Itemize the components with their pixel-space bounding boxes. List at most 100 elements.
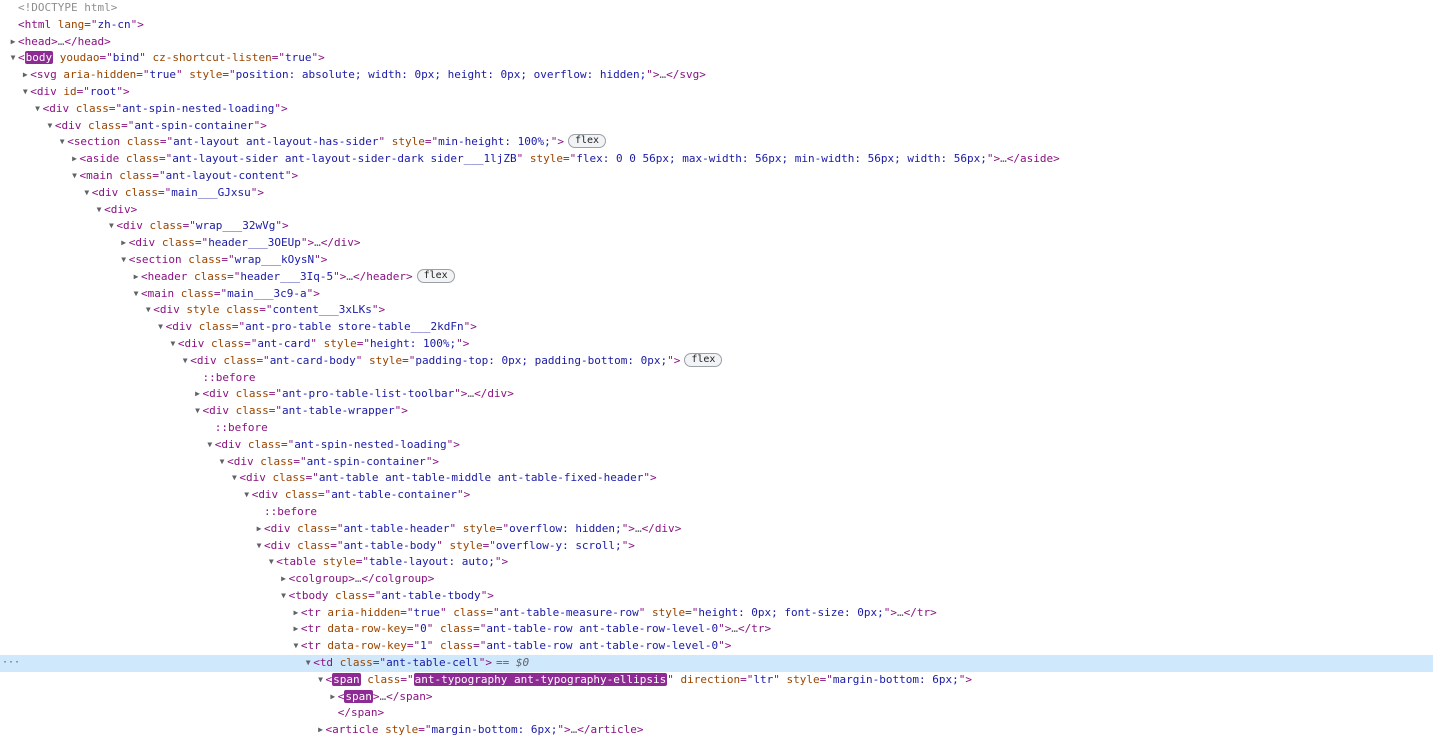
attr-name: style <box>385 723 419 737</box>
collapse-triangle-icon[interactable]: ▶ <box>316 722 326 739</box>
punctuation: < <box>227 454 234 468</box>
dom-node-row[interactable]: ▶ <div class="header___3OEUp">…</div> <box>0 235 1433 252</box>
expand-triangle-icon[interactable]: ▼ <box>131 286 141 303</box>
expand-triangle-icon[interactable]: ▼ <box>20 84 30 101</box>
expand-triangle-icon[interactable]: ▼ <box>316 672 326 689</box>
expand-triangle-icon[interactable]: ▼ <box>279 588 289 605</box>
collapse-triangle-icon[interactable]: ▶ <box>328 689 338 706</box>
dom-node-row[interactable]: ▼ <tbody class="ant-table-tbody"> <box>0 588 1433 605</box>
dom-node-row[interactable]: ▼ <div class="ant-table ant-table-middle … <box>0 470 1433 487</box>
tag-name: tr <box>307 639 321 653</box>
dom-node-row[interactable]: ▼ <div id="root"> <box>0 84 1433 101</box>
expand-triangle-icon[interactable]: ▼ <box>70 168 80 185</box>
dom-node-row[interactable]: ▶ <head>…</head> <box>0 34 1433 51</box>
dom-node-row[interactable]: ▶ <span>…</span> <box>0 689 1433 706</box>
dom-node-row[interactable]: ▼ <section class="ant-layout ant-layout-h… <box>0 134 1433 151</box>
dom-node-row-selected[interactable]: ··· ▼ <td class="ant-table-cell"> == $0 <box>0 655 1433 672</box>
tag-name: div <box>221 437 242 451</box>
dom-node-row[interactable]: ▼ <section class="wrap___kOysN"> <box>0 252 1433 269</box>
dom-node-row[interactable]: ::before <box>0 504 1433 521</box>
dom-node-row[interactable]: ▼ <div class="ant-table-body" style="over… <box>0 538 1433 555</box>
dom-node-row[interactable]: ▼ <span class="ant-typography ant-typogra… <box>0 672 1433 689</box>
collapse-triangle-icon[interactable]: ▶ <box>279 571 289 588</box>
expand-triangle-icon[interactable]: ▼ <box>229 470 239 487</box>
punctuation <box>51 18 58 31</box>
expand-triangle-icon[interactable]: ▼ <box>266 554 276 571</box>
dom-node-row[interactable]: ▼ <body youdao="bind" cz-shortcut-listen=… <box>0 50 1433 67</box>
expand-triangle-icon[interactable]: ▼ <box>45 118 55 135</box>
flex-badge[interactable]: flex <box>567 134 607 149</box>
dom-node-row[interactable]: ::before <box>0 370 1433 387</box>
expand-triangle-icon[interactable]: ▼ <box>303 655 313 672</box>
dom-node-row[interactable]: ▼ <table style="table-layout: auto;"> <box>0 554 1433 571</box>
expand-triangle-icon[interactable]: ▼ <box>217 454 227 471</box>
dom-node-row[interactable]: ▼ <div class="ant-spin-nested-loading"> <box>0 101 1433 118</box>
dom-node-row[interactable]: ▼ <div class="ant-spin-nested-loading"> <box>0 437 1433 454</box>
expand-triangle-icon[interactable]: ▼ <box>119 252 129 269</box>
dom-node-row[interactable]: ▶ <div class="ant-table-header" style="ov… <box>0 521 1433 538</box>
expand-triangle-icon[interactable]: ▼ <box>168 336 178 353</box>
dom-node-row[interactable]: ▼ <div class="wrap___32wVg"> <box>0 218 1433 235</box>
expand-triangle-icon[interactable]: ▼ <box>8 50 18 67</box>
dom-node-row[interactable]: ▼ <main class="main___3c9-a"> <box>0 286 1433 303</box>
expand-triangle-icon[interactable]: ▼ <box>242 487 252 504</box>
dom-node-row[interactable]: ▼ <div class="ant-spin-container"> <box>0 454 1433 471</box>
expand-triangle-icon[interactable]: ▼ <box>193 403 203 420</box>
punctuation: "> <box>425 454 440 468</box>
expand-triangle-icon[interactable]: ▼ <box>291 638 301 655</box>
dom-node-row[interactable]: ▶ <aside class="ant-layout-sider ant-layo… <box>0 151 1433 168</box>
dom-node-row[interactable]: ▼ <div class="ant-table-wrapper"> <box>0 403 1433 420</box>
dom-node-row[interactable]: ▼ <div class="ant-spin-container"> <box>0 118 1433 135</box>
punctuation: < <box>30 68 37 82</box>
collapse-triangle-icon[interactable]: ▶ <box>291 605 301 622</box>
collapse-triangle-icon[interactable]: ▶ <box>119 235 129 252</box>
expand-triangle-icon[interactable]: ▼ <box>205 437 215 454</box>
dom-node-row[interactable]: ▼ <div class="ant-card-body" style="paddi… <box>0 352 1433 370</box>
dom-node-row[interactable]: </span> <box>0 705 1433 722</box>
dom-node-row[interactable]: ▶ <article style="margin-bottom: 6px;">…<… <box>0 722 1433 739</box>
collapse-triangle-icon[interactable]: ▶ <box>291 621 301 638</box>
dom-node-row[interactable]: ▶ <div class="ant-pro-table-list-toolbar"… <box>0 386 1433 403</box>
collapse-triangle-icon[interactable]: ▶ <box>20 67 30 84</box>
dom-node-row[interactable]: ▼ <div style class="content___3xLKs"> <box>0 302 1433 319</box>
dom-node-row[interactable]: ▼ <div class="ant-card" style="height: 10… <box>0 336 1433 353</box>
collapse-triangle-icon[interactable]: ▶ <box>131 269 141 286</box>
collapse-triangle-icon[interactable]: ▶ <box>193 386 203 403</box>
punctuation: "> <box>478 656 493 670</box>
dom-node-row[interactable]: ▼ <div class="main___GJxsu"> <box>0 185 1433 202</box>
row-options-ellipsis-icon[interactable]: ··· <box>2 655 20 672</box>
dom-node-row[interactable]: ::before <box>0 420 1433 437</box>
flex-badge[interactable]: flex <box>684 352 723 367</box>
dom-node-row[interactable]: ▼ <main class="ant-layout-content"> <box>0 168 1433 185</box>
expand-triangle-icon[interactable]: ▼ <box>143 302 153 319</box>
dom-node-row[interactable]: ▼ <div class="ant-table-container"> <box>0 487 1433 504</box>
collapsed-ellipsis: … <box>314 236 321 250</box>
dom-node-row[interactable]: <html lang="zh-cn"> <box>0 17 1433 34</box>
dom-node-row[interactable]: ▶ <svg aria-hidden="true" style="position… <box>0 67 1433 84</box>
tag-name: div <box>270 521 291 535</box>
expand-triangle-icon[interactable]: ▼ <box>254 538 264 555</box>
dom-node-row[interactable]: ▼ <div class="ant-pro-table store-table__… <box>0 319 1433 336</box>
expand-triangle-icon[interactable]: ▼ <box>57 134 67 151</box>
dom-node-row[interactable]: ▶ <tr aria-hidden="true" class="ant-table… <box>0 605 1433 622</box>
expand-triangle-icon[interactable]: ▼ <box>106 218 116 235</box>
dom-node-row[interactable]: ▼ <tr data-row-key="1" class="ant-table-r… <box>0 638 1433 655</box>
expand-triangle-icon[interactable]: ▼ <box>94 202 104 219</box>
expand-triangle-icon[interactable]: ▼ <box>156 319 166 336</box>
expand-triangle-icon[interactable]: ▼ <box>180 353 190 370</box>
dom-node-row[interactable]: ▶ <tr data-row-key="0" class="ant-table-r… <box>0 621 1433 638</box>
console-ref-label: == $0 <box>496 656 530 670</box>
dom-node-row[interactable]: ▶ <header class="header___3Iq-5">…</heade… <box>0 268 1433 286</box>
dom-node-row[interactable]: ▼ <div> <box>0 202 1433 219</box>
tag-name: div <box>49 101 70 115</box>
collapse-triangle-icon[interactable]: ▶ <box>8 34 18 51</box>
dom-node-row[interactable]: ▶ <colgroup>…</colgroup> <box>0 571 1433 588</box>
punctuation: =" <box>76 84 90 98</box>
flex-badge[interactable]: flex <box>416 268 455 283</box>
dom-node-row[interactable]: <!DOCTYPE html> <box>0 0 1433 17</box>
expand-triangle-icon[interactable]: ▼ <box>82 185 92 202</box>
collapse-triangle-icon[interactable]: ▶ <box>70 151 80 168</box>
punctuation: =" <box>356 336 370 350</box>
collapse-triangle-icon[interactable]: ▶ <box>254 521 264 538</box>
expand-triangle-icon[interactable]: ▼ <box>33 101 43 118</box>
